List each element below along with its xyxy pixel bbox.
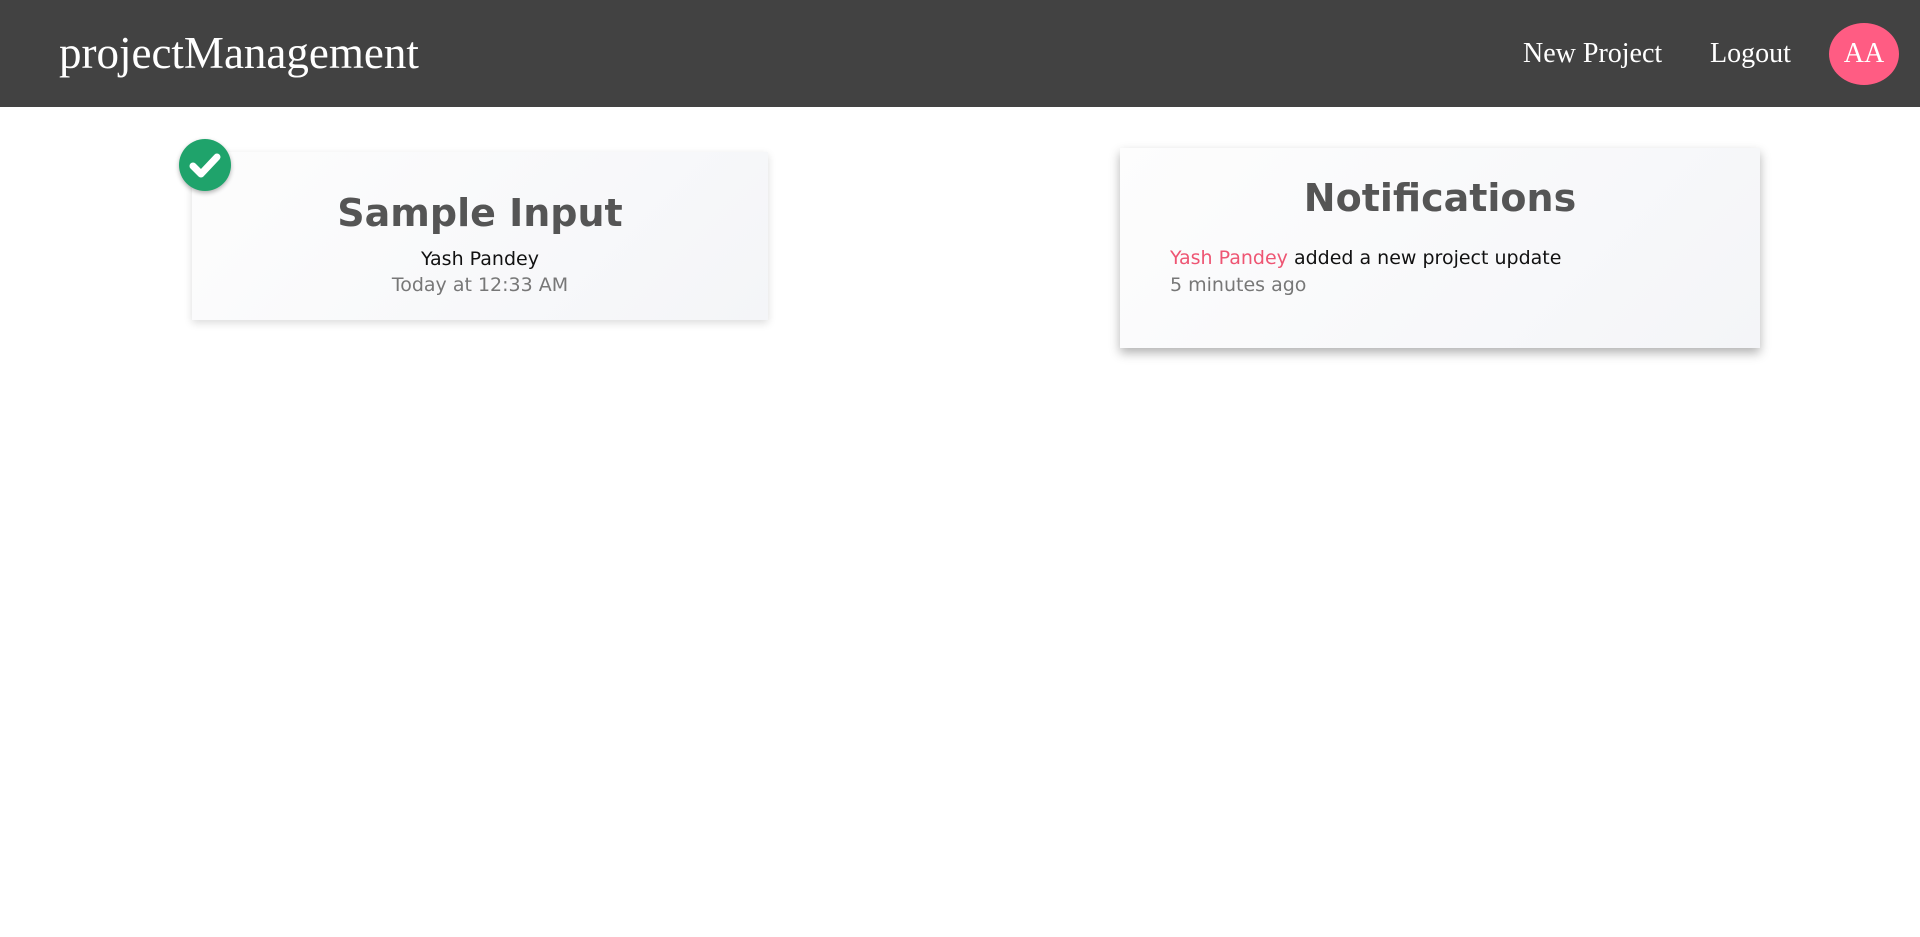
checkmark-icon <box>189 153 221 178</box>
notifications-title: Notifications <box>1303 176 1577 220</box>
notification-time: 5 minutes ago <box>1170 274 1307 296</box>
project-title: Sample Input <box>337 191 623 235</box>
logout-link[interactable]: Logout <box>1710 0 1791 107</box>
project-date: Today at 12:33 AM <box>391 274 569 296</box>
brand-logo[interactable]: projectManagement <box>59 0 419 107</box>
notifications-panel: Notifications Yash Pandey added a new pr… <box>1120 148 1760 348</box>
project-card[interactable]: Sample Input Yash Pandey Today at 12:33 … <box>192 152 768 320</box>
notification-user-link[interactable]: Yash Pandey <box>1170 247 1288 269</box>
new-project-link[interactable]: New Project <box>1523 0 1662 107</box>
avatar[interactable]: AA <box>1829 23 1899 85</box>
notification-item: Yash Pandey added a new project update 5… <box>1170 245 1561 299</box>
notification-text: added a new project update <box>1287 247 1562 269</box>
project-author: Yash Pandey <box>421 248 539 270</box>
navbar: projectManagement New Project Logout AA <box>0 0 1920 107</box>
check-circle-icon <box>179 139 231 191</box>
